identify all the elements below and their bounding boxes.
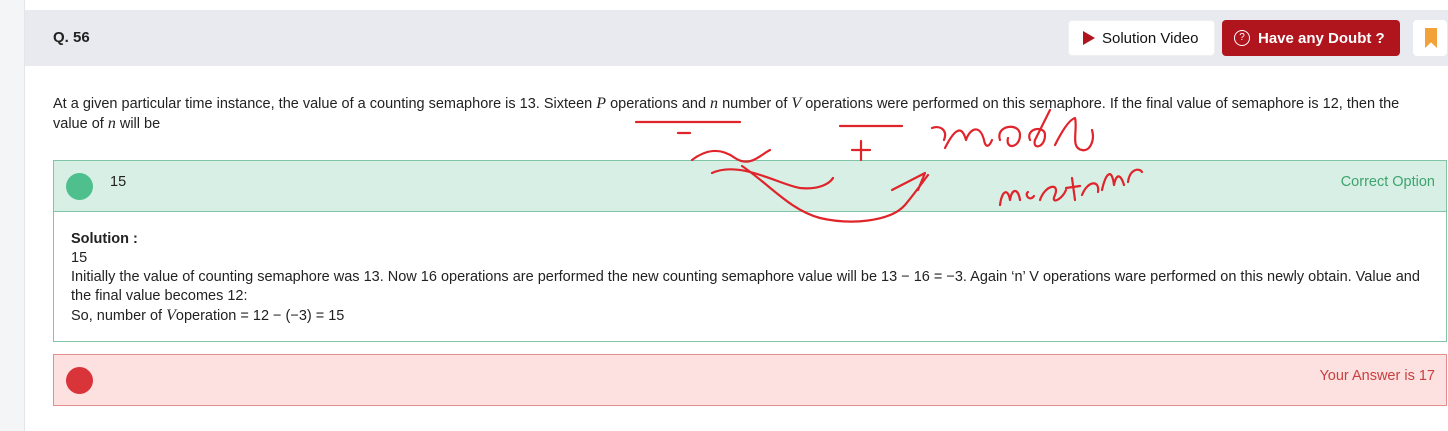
bookmark-button[interactable] — [1413, 20, 1447, 56]
correct-option-row[interactable]: 15 Correct Option — [53, 160, 1447, 212]
solution-conclusion-part: So, number of — [71, 308, 167, 324]
have-doubt-button[interactable]: ? Have any Doubt ? — [1222, 20, 1400, 56]
solution-explanation: Initially the value of counting semaphor… — [71, 269, 1420, 304]
var-n: n — [107, 115, 116, 132]
question-number: Q. 56 — [53, 29, 90, 46]
option-indicator-wrong — [66, 367, 93, 394]
solution-video-button[interactable]: Solution Video — [1068, 20, 1215, 56]
question-header: Q. 56 Solution Video ? Have any Doubt ? — [25, 10, 1448, 66]
question-text-part: number of — [718, 96, 792, 112]
solution-conclusion-part: operation = 12 − (−3) = 15 — [175, 308, 345, 324]
option-indicator-correct — [66, 173, 93, 200]
user-answer-row[interactable]: Your Answer is 17 — [53, 354, 1447, 406]
question-text-part: At a given particular time instance, the… — [53, 96, 597, 112]
left-rail — [0, 0, 25, 431]
var-v: V — [166, 307, 176, 324]
option-value: 15 — [110, 174, 127, 190]
bookmark-icon — [1425, 28, 1437, 48]
solution-video-label: Solution Video — [1102, 29, 1199, 47]
user-answer-label: Your Answer is 17 — [1319, 368, 1435, 384]
question-text: At a given particular time instance, the… — [53, 94, 1433, 134]
solution-answer: 15 — [71, 250, 88, 266]
correct-option-label: Correct Option — [1340, 174, 1435, 190]
solution-conclusion: So, number of Voperation = 12 − (−3) = 1… — [71, 306, 1431, 326]
play-icon — [1083, 31, 1095, 45]
var-v: V — [791, 95, 802, 112]
doubt-icon: ? — [1234, 30, 1250, 46]
solution-title: Solution : — [71, 231, 138, 247]
solution-panel: Solution : 15 Initially the value of cou… — [53, 212, 1447, 342]
var-n: n — [710, 95, 719, 112]
var-p: P — [596, 95, 607, 112]
question-text-part: will be — [115, 116, 161, 132]
question-text-part: operations and — [606, 96, 711, 112]
have-doubt-label: Have any Doubt ? — [1258, 29, 1385, 47]
